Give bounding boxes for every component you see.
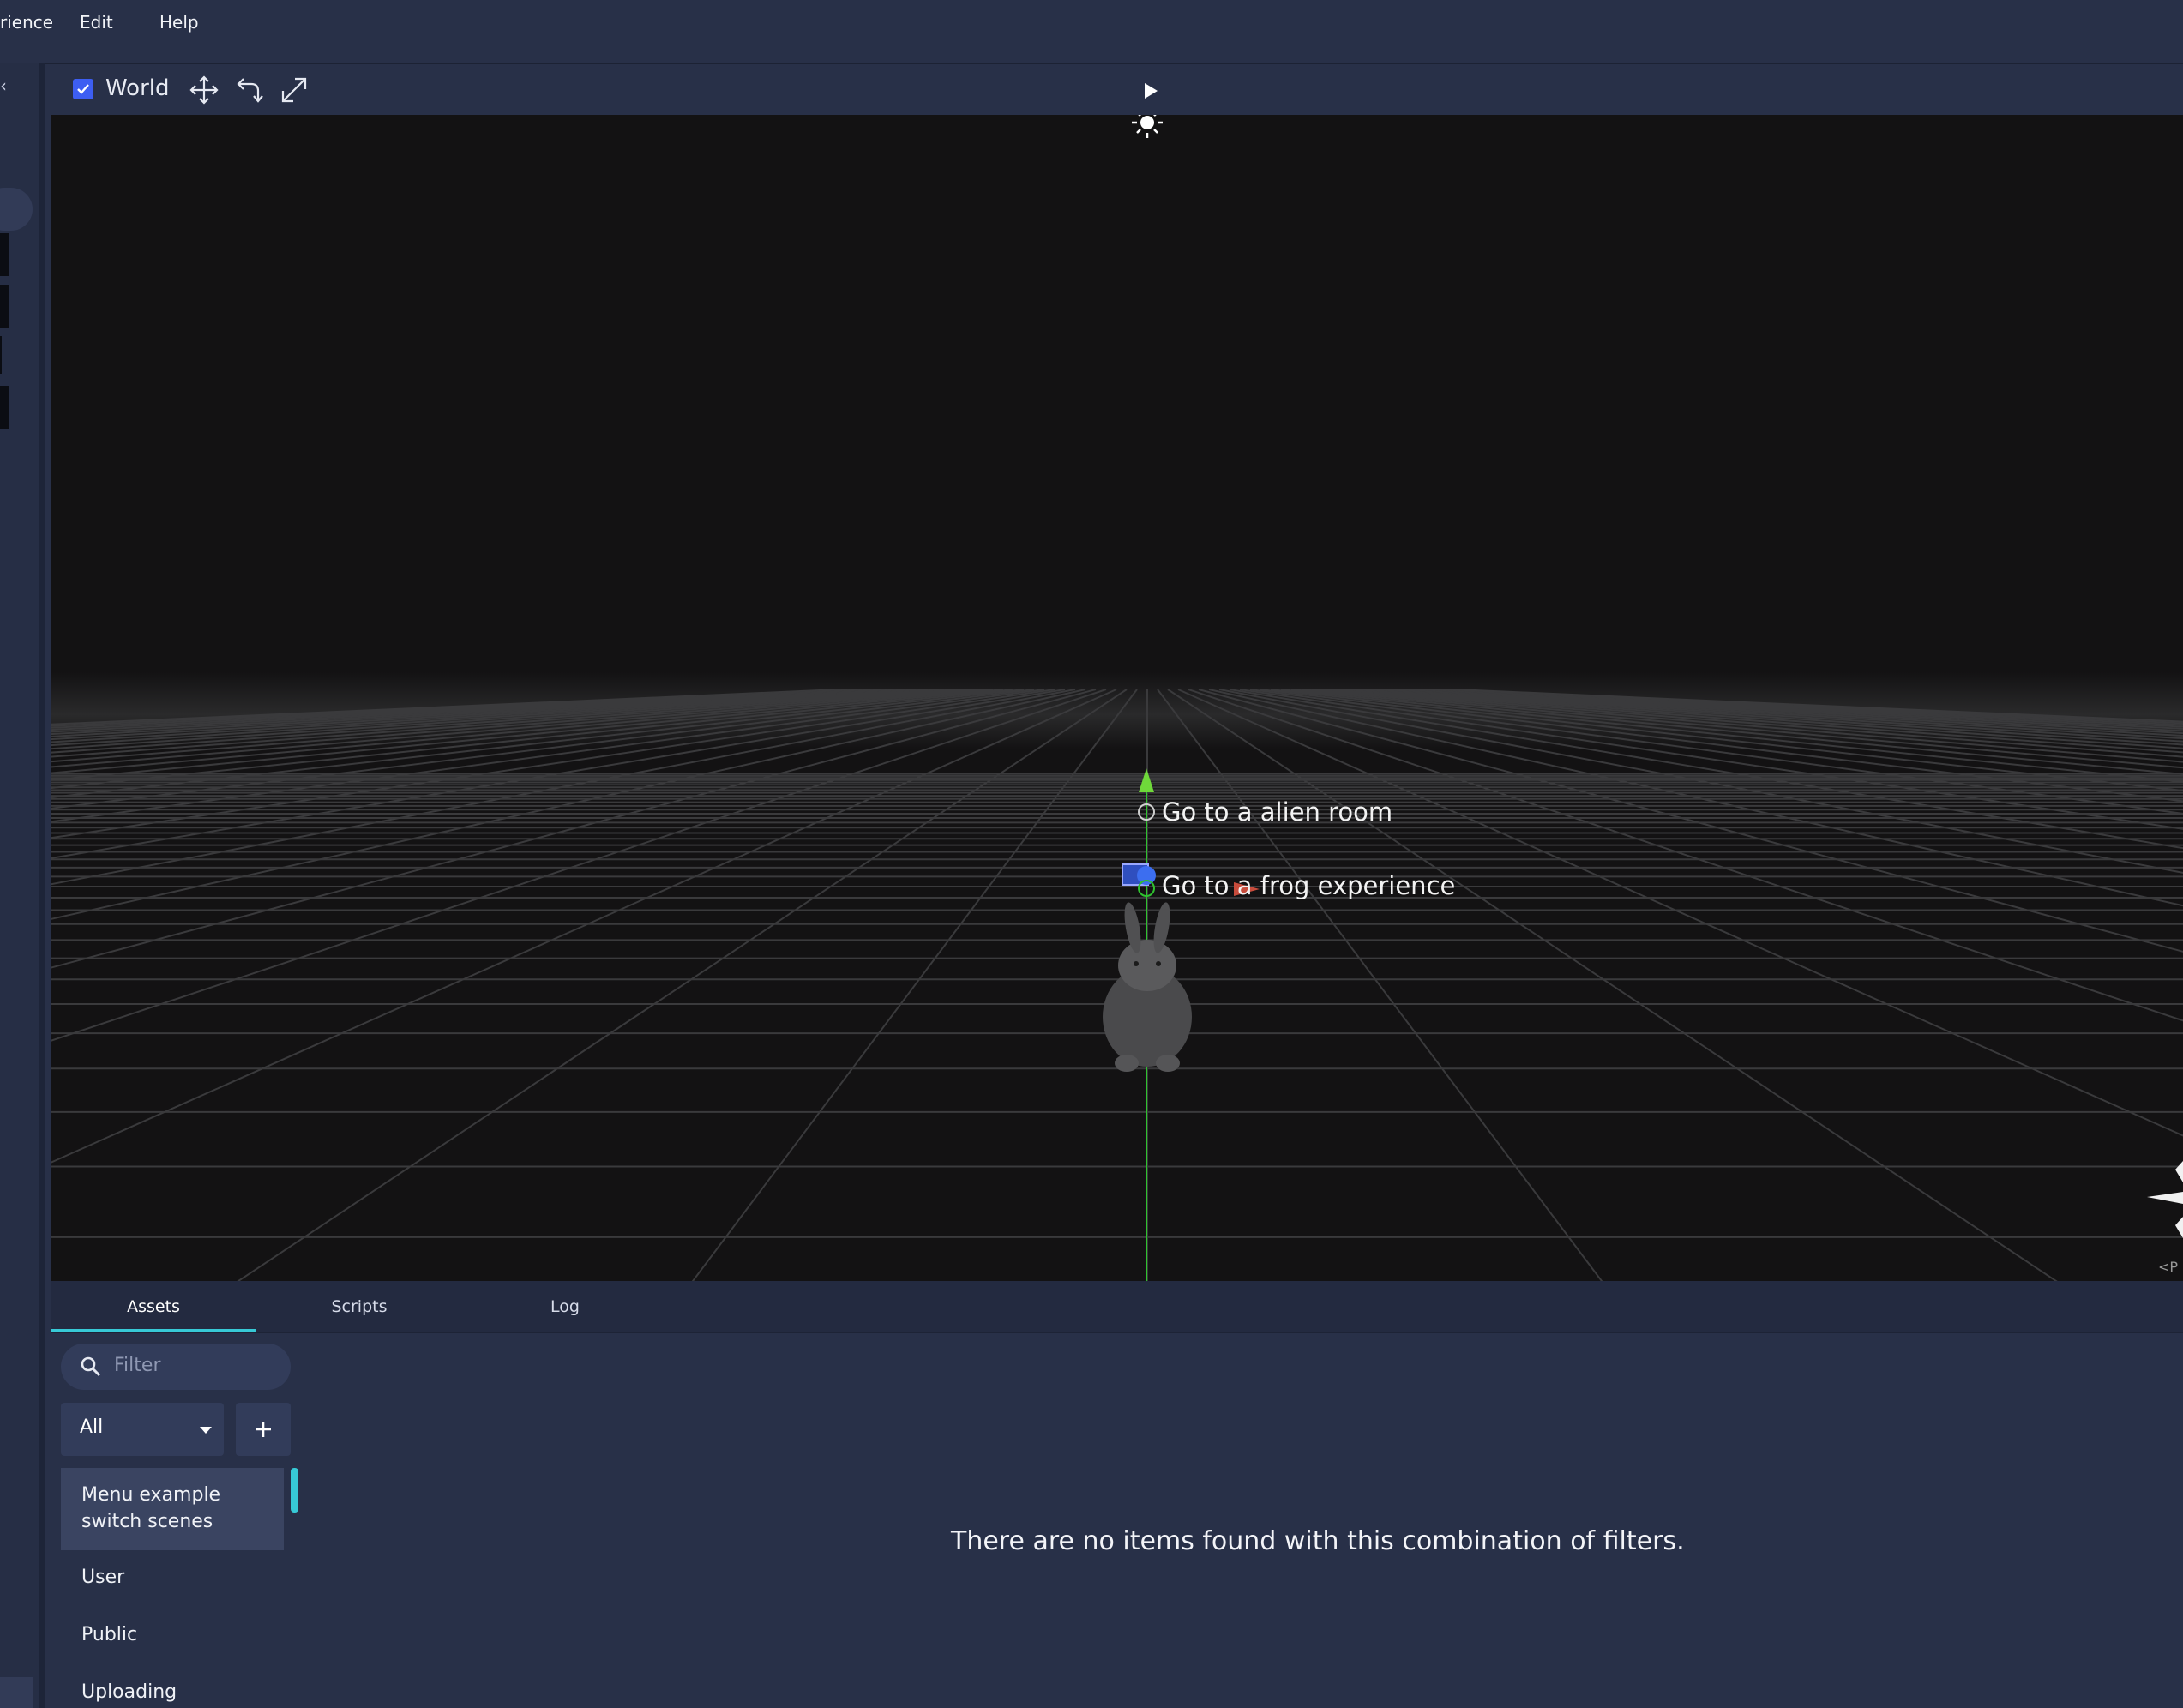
folder-item-menu-example[interactable]: Menu example switch scenes — [61, 1468, 284, 1550]
menu-help[interactable]: Help — [159, 12, 199, 33]
add-asset-button[interactable] — [236, 1403, 291, 1456]
scene-label-alien-room[interactable]: Go to a alien room — [1162, 797, 1392, 827]
tab-assets[interactable]: Assets — [51, 1281, 256, 1332]
folder-list-scrollbar[interactable] — [291, 1468, 298, 1513]
folder-item-user[interactable]: User — [61, 1564, 284, 1591]
sun-light-icon[interactable] — [1132, 115, 1163, 138]
asset-type-select[interactable]: All — [61, 1403, 224, 1456]
folder-list: Menu example switch scenes User Public U… — [61, 1468, 299, 1708]
left-panel-bottom-tab[interactable] — [0, 1677, 33, 1708]
move-icon[interactable] — [188, 74, 220, 106]
ground-grid: <P — [51, 115, 2183, 1281]
search-icon — [81, 1356, 101, 1377]
left-panel-search[interactable] — [0, 188, 33, 231]
tab-log[interactable]: Log — [462, 1281, 668, 1332]
folder-item-uploading[interactable]: Uploading — [61, 1679, 284, 1705]
viewport-toolbar: World — [51, 67, 2183, 115]
collapse-icon[interactable]: ‹ — [0, 75, 7, 96]
left-panel-item[interactable] — [0, 233, 9, 276]
chevron-down-icon — [200, 1427, 212, 1434]
folder-item-public[interactable]: Public — [61, 1621, 284, 1648]
menu-edit[interactable]: Edit — [80, 12, 113, 33]
bottom-panel: Assets Scripts Log Filter All Menu examp… — [51, 1281, 2183, 1708]
scene-label-frog-experience[interactable]: Go to a frog experience — [1162, 871, 1455, 900]
left-panel-item[interactable] — [0, 285, 9, 328]
world-checkbox[interactable] — [73, 79, 93, 99]
svg-text:<P: <P — [2158, 1259, 2178, 1275]
scene-viewport[interactable]: <P Go to a alien room Go to a frog exper… — [51, 115, 2183, 1281]
world-label: World — [105, 75, 170, 101]
bottom-tabs: Assets Scripts Log — [51, 1281, 2183, 1333]
panel-divider[interactable] — [39, 63, 45, 1708]
orientation-gizmo[interactable]: <P — [2147, 1161, 2183, 1275]
menu-experience[interactable]: rience — [0, 12, 53, 33]
scale-icon[interactable] — [278, 74, 310, 106]
plus-icon — [256, 1422, 271, 1437]
empty-state-message: There are no items found with this combi… — [951, 1526, 1685, 1556]
rotate-icon[interactable] — [232, 74, 265, 106]
left-panel: ‹ — [0, 63, 45, 1708]
play-icon[interactable] — [1141, 80, 1160, 102]
gizmo-handle[interactable] — [1137, 866, 1156, 885]
asset-type-value: All — [80, 1416, 104, 1438]
tab-scripts[interactable]: Scripts — [256, 1281, 462, 1332]
menu-bar: rience Edit Help — [0, 0, 2183, 64]
filter-input[interactable]: Filter — [61, 1344, 291, 1390]
left-panel-item[interactable] — [0, 336, 2, 374]
filter-placeholder: Filter — [114, 1355, 161, 1376]
left-panel-item[interactable] — [0, 386, 9, 429]
